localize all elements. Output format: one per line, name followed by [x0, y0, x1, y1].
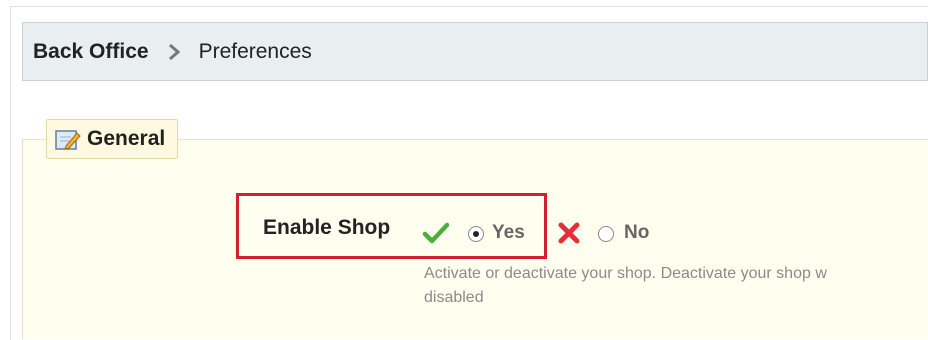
breadcrumb-root-link[interactable]: Back Office — [33, 40, 149, 64]
no-option-label[interactable]: No — [624, 222, 649, 244]
enable-shop-no-radio[interactable] — [598, 226, 614, 242]
section-legend: General — [46, 119, 179, 159]
help-text-line1: Activate or deactivate your shop. Deacti… — [424, 265, 827, 282]
cross-icon — [558, 222, 580, 244]
breadcrumb-current: Preferences — [198, 39, 312, 63]
section-legend-label: General — [87, 127, 166, 150]
chevron-right-icon — [168, 43, 180, 60]
checkmark-icon — [422, 222, 450, 244]
edit-note-icon — [55, 130, 81, 150]
help-text-line2: disabled — [424, 289, 484, 306]
yes-option-label[interactable]: Yes — [492, 222, 525, 244]
enable-shop-label: Enable Shop — [263, 216, 391, 239]
help-text: Activate or deactivate your shop. Deacti… — [424, 262, 928, 310]
breadcrumb: Back Office Preferences — [22, 22, 928, 81]
enable-shop-yes-radio[interactable] — [468, 226, 484, 242]
